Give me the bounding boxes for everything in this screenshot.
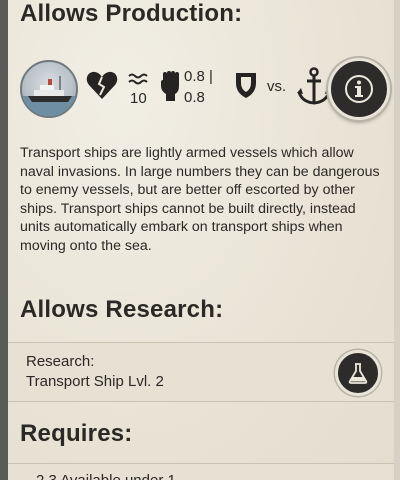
divider [8,401,394,402]
attack-value-top: 0.8 | [184,68,213,85]
info-icon [345,75,373,103]
transport-ship-icon[interactable] [20,60,78,118]
allows-production-title: Allows Production: [20,0,243,27]
shield-icon [234,71,258,104]
allows-research-title: Allows Research: [20,296,224,323]
research-name: Transport Ship Lvl. 2 [26,373,164,390]
unit-detail-panel: Allows Production: 10 0.8 | 0.8 vs. Tran… [8,0,394,480]
info-button[interactable] [328,58,390,120]
vs-label: vs. [267,78,287,95]
attack-value-bottom: 0.8 [184,89,205,106]
research-button[interactable] [335,350,381,396]
research-label: Research: [26,353,95,370]
requires-title: Requires: [20,420,133,447]
unit-stats-row: 10 0.8 | 0.8 vs. [8,58,394,120]
waves-icon [128,72,150,91]
fist-icon [159,70,183,107]
movement-value: 10 [130,90,147,107]
unit-description: Transport ships are lightly armed vessel… [20,145,380,254]
requires-item[interactable]: 2.3 Available under 1 [8,464,394,480]
panel-border [394,0,400,480]
flask-icon [348,363,368,384]
requires-item-text: 2.3 Available under 1 [36,472,176,480]
research-item[interactable]: Research: Transport Ship Lvl. 2 [8,343,394,401]
anchor-icon [296,66,332,111]
broken-heart-icon [86,70,118,105]
